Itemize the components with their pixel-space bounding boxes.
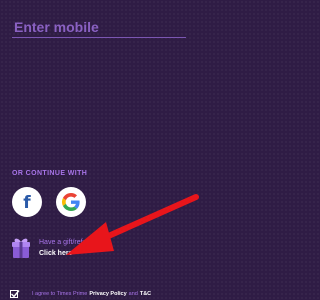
- login-screen: OR CONTINUE WITH f Have a gift/referral …: [0, 0, 201, 300]
- gift-referral-text: Have a gift/referral: [39, 239, 97, 246]
- mobile-number-input[interactable]: [12, 16, 186, 38]
- privacy-policy-link[interactable]: Privacy Policy: [89, 291, 126, 297]
- google-login-button[interactable]: [56, 187, 86, 217]
- google-icon: [62, 193, 80, 211]
- consent-text: I agree to Times Prime: [32, 291, 88, 297]
- referral-gift-row[interactable]: Have a gift/referral Click here: [11, 237, 161, 263]
- consent-and-text: and: [128, 291, 138, 297]
- facebook-icon: f: [23, 192, 31, 213]
- terms-conditions-link[interactable]: T&C: [140, 291, 151, 297]
- click-here-link[interactable]: Click here: [39, 250, 72, 257]
- facebook-login-button[interactable]: f: [12, 187, 42, 217]
- or-continue-with-label: OR CONTINUE WITH: [12, 170, 88, 177]
- terms-consent-row: I agree to Times Prime Privacy Policy an…: [10, 289, 151, 299]
- checkmark-icon: [11, 290, 20, 298]
- gift-icon: [12, 238, 30, 258]
- terms-checkbox[interactable]: [10, 290, 20, 298]
